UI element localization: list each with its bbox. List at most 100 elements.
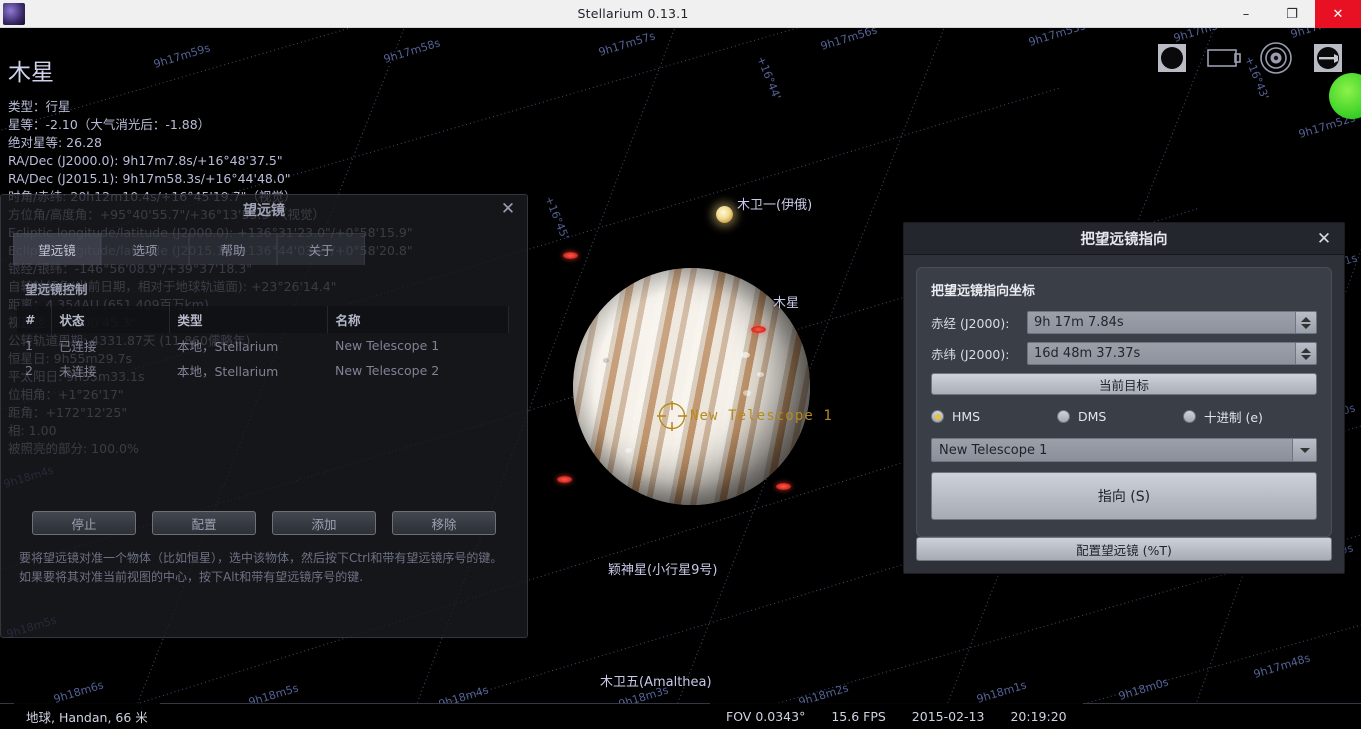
io-moon[interactable] bbox=[716, 206, 733, 223]
deep-sky-icon[interactable] bbox=[1155, 41, 1189, 75]
telescope-section-label: 望远镜控制 bbox=[25, 282, 88, 297]
radio-dms[interactable]: DMS bbox=[1057, 409, 1183, 424]
cell-type: 本地，Stellarium bbox=[177, 339, 279, 354]
add-button[interactable]: 添加 bbox=[272, 511, 376, 535]
info-line: RA/Dec (J2000.0): 9h17m7.8s/+16°48'37.5" bbox=[8, 153, 283, 168]
status-right-group: FOV 0.0343° 15.6 FPS 2015-02-13 20:19:20 bbox=[710, 703, 1083, 729]
telescope-dialog-title-text: 望远镜 bbox=[243, 203, 285, 219]
telescope-hint-text: 要将望远镜对准一个物体（比如恒星），选中该物体，然后按下Ctrl和带有望远镜序号… bbox=[19, 551, 503, 584]
ra-field-row: 赤经 (J2000): bbox=[931, 311, 1317, 334]
close-button[interactable]: ✕ bbox=[1315, 0, 1361, 28]
screen-icon[interactable] bbox=[1207, 41, 1241, 75]
col-type: 类型 bbox=[169, 306, 328, 333]
app-icon bbox=[3, 2, 25, 25]
status-location: 地球, Handan, 66 米 bbox=[14, 703, 160, 729]
radio-dot-icon bbox=[931, 410, 944, 423]
telescope-icon[interactable] bbox=[1311, 41, 1345, 75]
status-time: 20:19:20 bbox=[1010, 708, 1067, 724]
oculars-icon[interactable] bbox=[1259, 41, 1293, 75]
minimize-button[interactable]: – bbox=[1223, 0, 1269, 28]
tab-options[interactable]: 选项 bbox=[101, 233, 189, 265]
statusbar-divider bbox=[0, 703, 1361, 704]
slew-group-label: 把望远镜指向坐标 bbox=[931, 284, 1036, 299]
info-line: 类型：行星 bbox=[8, 99, 71, 114]
svg-text:9h18m2s: 9h18m2s bbox=[797, 681, 850, 703]
svg-text:9h18m5s: 9h18m5s bbox=[247, 681, 300, 703]
svg-text:9h18m6s: 9h18m6s bbox=[52, 678, 105, 703]
radio-dms-label: DMS bbox=[1078, 409, 1107, 424]
telescope-select-value: New Telescope 1 bbox=[939, 442, 1048, 458]
info-line: 星等：-2.10（大气消光后：-1.88） bbox=[8, 117, 211, 132]
coordinate-format-radios: HMS DMS 十进制 (e) bbox=[931, 407, 1317, 426]
maximize-button[interactable]: ❐ bbox=[1269, 0, 1315, 28]
radio-decimal-label: 十进制 (e) bbox=[1204, 410, 1263, 425]
configure-telescopes-button[interactable]: 配置望远镜 (%T) bbox=[916, 537, 1332, 561]
slew-button[interactable]: 指向 (S) bbox=[931, 472, 1317, 520]
configure-button[interactable]: 配置 bbox=[152, 511, 256, 535]
cell-status: 已连接 bbox=[59, 339, 97, 354]
telescope-table: # 状态 类型 名称 1 已连接 本地，Stellarium New Teles… bbox=[17, 306, 509, 383]
table-row[interactable]: 2 未连接 本地，Stellarium New Telescope 2 bbox=[17, 358, 509, 383]
cell-name: New Telescope 2 bbox=[335, 363, 440, 378]
dec-input[interactable] bbox=[1028, 343, 1295, 364]
status-fps: 15.6 FPS bbox=[831, 708, 886, 724]
slew-coordinates-group: 把望远镜指向坐标 赤经 (J2000): 赤纬 (J2000): bbox=[916, 267, 1332, 537]
table-row[interactable]: 1 已连接 本地，Stellarium New Telescope 1 bbox=[17, 333, 509, 358]
status-fov: FOV 0.0343° bbox=[726, 708, 806, 724]
chevron-up-icon[interactable] bbox=[1301, 316, 1311, 322]
svg-text:9h18m1s: 9h18m1s bbox=[975, 678, 1028, 703]
label-amalthea[interactable]: 木卫五(Amalthea) bbox=[600, 671, 712, 690]
tab-telescopes[interactable]: 望远镜 bbox=[13, 233, 101, 265]
svg-text:9h17m48s: 9h17m48s bbox=[1252, 651, 1312, 681]
radio-dot-icon bbox=[1183, 410, 1196, 423]
plugin-toolbar bbox=[1147, 28, 1353, 88]
tab-help[interactable]: 帮助 bbox=[189, 233, 277, 265]
col-num: # bbox=[17, 306, 52, 333]
cell-name: New Telescope 1 bbox=[335, 338, 440, 353]
marker-red-4 bbox=[776, 483, 791, 490]
window-controls: – ❐ ✕ bbox=[1223, 0, 1361, 28]
svg-text:9h17m57s: 9h17m57s bbox=[597, 29, 657, 59]
chevron-down-icon[interactable] bbox=[1292, 439, 1316, 461]
info-line: 绝对星等: 26.28 bbox=[8, 135, 102, 150]
ra-stepper[interactable] bbox=[1295, 312, 1316, 333]
stop-button[interactable]: 停止 bbox=[32, 511, 136, 535]
ra-input[interactable] bbox=[1028, 312, 1295, 333]
tab-about[interactable]: 关于 bbox=[277, 233, 365, 265]
svg-text:9h18m0s: 9h18m0s bbox=[1117, 675, 1170, 703]
dec-spinbox[interactable] bbox=[1027, 342, 1317, 365]
cell-num: 2 bbox=[25, 363, 33, 378]
radio-decimal[interactable]: 十进制 (e) bbox=[1183, 407, 1263, 426]
label-asteroid-metis[interactable]: 颖神星(小行星9号) bbox=[608, 559, 717, 578]
sky-view[interactable]: 9h17m59s 9h17m58s 9h17m57s 9h17m56s 9h17… bbox=[0, 28, 1361, 703]
chevron-down-icon[interactable] bbox=[1301, 323, 1311, 329]
telescope-select[interactable]: New Telescope 1 bbox=[931, 438, 1317, 462]
marker-red-2 bbox=[751, 326, 766, 333]
chevron-down-icon[interactable] bbox=[1301, 354, 1311, 360]
label-jupiter[interactable]: 木星 bbox=[773, 292, 799, 311]
svg-text:+16°44': +16°44' bbox=[754, 54, 783, 101]
close-icon[interactable]: ✕ bbox=[1313, 228, 1335, 250]
telescope-action-buttons: 停止 配置 添加 移除 bbox=[1, 511, 527, 535]
col-name: 名称 bbox=[327, 306, 509, 333]
slew-dialog-title-text: 把望远镜指向 bbox=[1080, 232, 1168, 248]
status-bar: 地球, Handan, 66 米 FOV 0.0343° 15.6 FPS 20… bbox=[0, 703, 1361, 729]
chevron-up-icon[interactable] bbox=[1301, 347, 1311, 353]
close-icon[interactable]: ✕ bbox=[497, 198, 519, 220]
radio-hms[interactable]: HMS bbox=[931, 409, 1057, 424]
dec-stepper[interactable] bbox=[1295, 343, 1316, 364]
stellarium-window: Stellarium 0.13.1 – ❐ ✕ 9h17m59s 9h17m58… bbox=[0, 0, 1361, 729]
slew-dialog-titlebar: 把望远镜指向 ✕ bbox=[904, 223, 1344, 255]
object-name: 木星 bbox=[8, 60, 54, 86]
table-header-row: # 状态 类型 名称 bbox=[17, 306, 509, 333]
window-title: Stellarium 0.13.1 bbox=[577, 6, 689, 21]
radio-hms-label: HMS bbox=[952, 409, 981, 424]
cell-type: 本地，Stellarium bbox=[177, 364, 279, 379]
label-io[interactable]: 木卫一(伊俄) bbox=[737, 194, 812, 213]
telescope-reticle-icon bbox=[657, 401, 687, 431]
dec-label: 赤纬 (J2000): bbox=[931, 347, 1010, 362]
ra-spinbox[interactable] bbox=[1027, 311, 1317, 334]
current-target-button[interactable]: 当前目标 bbox=[931, 373, 1317, 395]
slew-telescope-dialog: 把望远镜指向 ✕ 把望远镜指向坐标 赤经 (J2000): 9h 17m 7.8… bbox=[903, 222, 1345, 574]
remove-button[interactable]: 移除 bbox=[392, 511, 496, 535]
